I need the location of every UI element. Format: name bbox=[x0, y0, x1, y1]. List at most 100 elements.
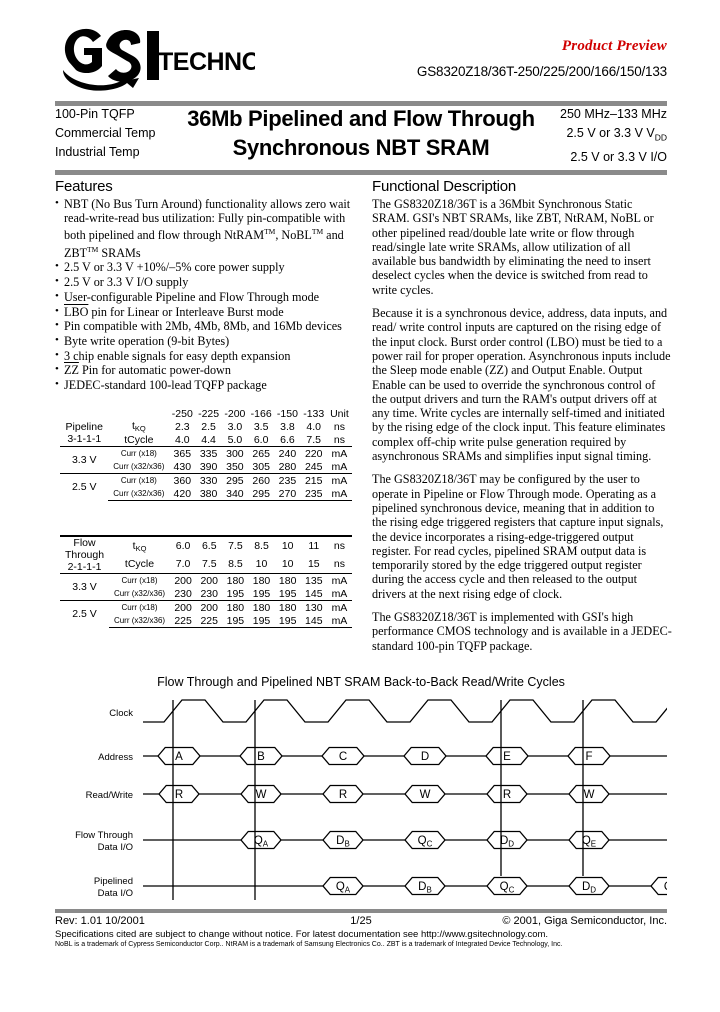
value-cell: 180 bbox=[274, 573, 301, 587]
parameter-name: Curr (x32/x36) bbox=[113, 462, 165, 471]
voltage-label: 2.5 V bbox=[60, 473, 109, 501]
value-cell: 3.0 bbox=[227, 420, 243, 433]
value-cell: 365 bbox=[169, 446, 196, 460]
vdd-supply: 2.5 V or 3.3 V VDD bbox=[560, 124, 667, 148]
flow-through-spec-table: Flow Through 2-1-1-1 tKQ 6.0 6.5 7.5 8.5… bbox=[60, 534, 352, 628]
part-number: GS8320Z18/36T-250/225/200/166/150/133 bbox=[416, 64, 667, 79]
speed-bin-header: -133 bbox=[303, 407, 325, 420]
value-cell: 195 bbox=[274, 614, 301, 628]
table-row: Pipeline 3-1-1-1 tKQ 2.3 2.5 3.0 3.5 3.8… bbox=[60, 420, 352, 445]
hexagon-label: C bbox=[339, 751, 347, 763]
unit-cell: mA bbox=[326, 446, 352, 460]
hexagon-label: W bbox=[584, 789, 595, 801]
datasheet-page: TECHNOLOGY Product Preview GS8320Z18/36T… bbox=[0, 0, 720, 1012]
vdd-supply-text: 2.5 V or 3.3 V V bbox=[566, 126, 655, 140]
value-cell: 200 bbox=[196, 600, 223, 614]
value-cell: 230 bbox=[200, 587, 218, 600]
parameter-name: tKQ bbox=[109, 534, 171, 556]
value-cell: 330 bbox=[195, 473, 222, 487]
unit-cell: mA bbox=[331, 460, 348, 473]
hexagon-sublabel: D bbox=[508, 840, 514, 849]
gsi-logo: TECHNOLOGY bbox=[55, 24, 255, 96]
unit-cell: mA bbox=[326, 473, 352, 487]
speed-bin-header: -150 bbox=[276, 407, 298, 420]
unit-cell: ns bbox=[333, 433, 345, 446]
value-cell: 350 bbox=[226, 460, 244, 473]
hexagon-label: R bbox=[339, 789, 347, 801]
value-cell: 380 bbox=[195, 487, 222, 501]
value-cell: 235 bbox=[274, 473, 301, 487]
value-cell: 295 bbox=[248, 487, 275, 501]
value-cell: 245 bbox=[304, 460, 323, 473]
unit-cell: mA bbox=[326, 573, 352, 587]
feature-item: 2.5 V or 3.3 V +10%/–5% core power suppl… bbox=[55, 259, 355, 274]
parameter-name: Curr (x18) bbox=[109, 600, 171, 614]
value-cell: 200 bbox=[170, 600, 197, 614]
bus-cell: QA bbox=[240, 830, 282, 850]
mode-label: Pipeline 3-1-1-1 bbox=[60, 420, 108, 447]
hexagon-label: A bbox=[175, 751, 183, 763]
feature-item: 2.5 V or 3.3 V I/O supply bbox=[55, 274, 355, 289]
value-cell: 7.5 bbox=[201, 558, 217, 571]
hexagon-sublabel: B bbox=[426, 886, 431, 895]
mode-label: Flow Through 2-1-1-1 bbox=[60, 535, 110, 574]
parameter-name: Curr (x18) bbox=[108, 473, 170, 487]
unit-header: Unit bbox=[330, 407, 349, 420]
address-row: A B C D E F bbox=[143, 746, 667, 766]
pipelined-row-label-line2: Data I/O bbox=[98, 888, 133, 899]
value-cell: 420 bbox=[169, 487, 196, 501]
mode-label-line2: Through bbox=[64, 549, 105, 561]
page-title: 36Mb Pipelined and Flow Through Synchron… bbox=[185, 104, 537, 162]
value-cell: 200 bbox=[170, 573, 197, 587]
mode-label-line1: Pipeline bbox=[65, 421, 103, 433]
parameter-name: Curr (x18) bbox=[108, 446, 170, 460]
bus-cell: D bbox=[403, 746, 447, 766]
value-cell: 340 bbox=[221, 487, 249, 501]
table-row: 2.5 V Curr (x18) 360 330 295 260 235 215… bbox=[60, 473, 352, 501]
speed-bin-header: -200 bbox=[224, 407, 246, 420]
value-cell: 10 bbox=[281, 558, 294, 571]
mode-label-line2: 3-1-1-1 bbox=[67, 433, 102, 445]
package-line-1: 100-Pin TQFP bbox=[55, 107, 135, 121]
value-cell: 5.0 bbox=[227, 433, 243, 446]
bus-cell: W bbox=[568, 784, 610, 804]
value-cell: 145 bbox=[305, 587, 323, 600]
value-cell: 195 bbox=[222, 614, 249, 628]
value-cell: 195 bbox=[248, 614, 275, 628]
value-cell: 180 bbox=[274, 600, 301, 614]
hexagon-sublabel: C bbox=[509, 886, 515, 895]
value-cell: 6.0 bbox=[253, 433, 269, 446]
table-row: 3.3 V Curr (x18) 200 200 180 180 180 135… bbox=[60, 573, 352, 601]
hexagon-label: D bbox=[421, 751, 429, 763]
table-row: 3.3 V Curr (x18) 365 335 300 265 240 220… bbox=[60, 446, 352, 474]
bus-cell: R bbox=[158, 784, 200, 804]
hexagon-label: W bbox=[256, 789, 267, 801]
hexagon-label: B bbox=[257, 751, 265, 763]
hexagon-sublabel: E bbox=[591, 840, 596, 849]
value-cell: 180 bbox=[222, 573, 249, 587]
parameter-name: Curr (x32/x36) bbox=[108, 487, 170, 501]
value-cell: 360 bbox=[169, 473, 196, 487]
value-cell: 6.5 bbox=[196, 534, 223, 556]
value-cell: 10 bbox=[274, 534, 301, 556]
value-cell: 145 bbox=[300, 614, 327, 628]
value-cell: 215 bbox=[300, 473, 327, 487]
clock-waveform bbox=[143, 699, 717, 723]
value-cell: 135 bbox=[300, 573, 327, 587]
hexagon-label: R bbox=[503, 789, 511, 801]
value-cell: 270 bbox=[274, 487, 301, 501]
value-cell: 7.5 bbox=[222, 534, 249, 556]
value-cell: 10 bbox=[255, 558, 268, 571]
value-cell: 180 bbox=[222, 600, 249, 614]
value-cell: 6.0 bbox=[170, 534, 197, 556]
bus-cell: DB bbox=[404, 876, 446, 896]
hexagon-label: W bbox=[420, 789, 431, 801]
value-cell: 280 bbox=[278, 460, 297, 473]
value-cell: 265 bbox=[248, 446, 275, 460]
bus-cell: QE bbox=[650, 876, 692, 896]
parameter-name: tKQ bbox=[131, 420, 146, 433]
feature-item: NBT (No Bus Turn Around) functionality a… bbox=[55, 196, 355, 260]
functional-description-column: Functional Description The GS8320Z18/36T… bbox=[372, 178, 672, 662]
bus-cell: QC bbox=[486, 876, 528, 896]
readwrite-row: RWRWRW bbox=[143, 784, 667, 804]
